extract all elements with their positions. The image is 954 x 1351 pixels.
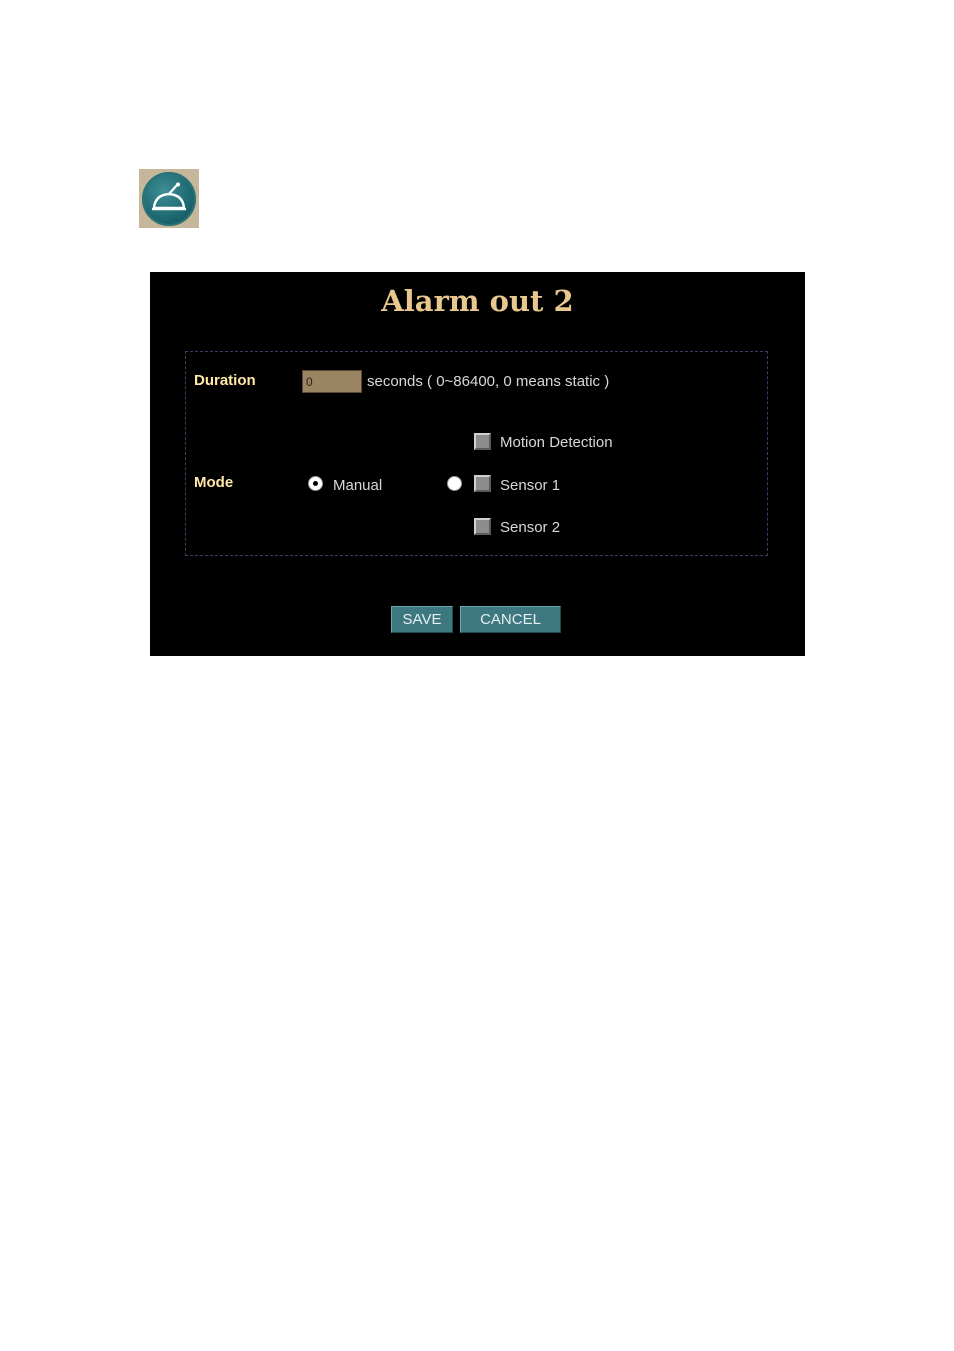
- alarm-out-panel: Alarm out 2 Duration seconds ( 0~86400, …: [150, 272, 805, 656]
- cancel-button[interactable]: CANCEL: [460, 606, 561, 633]
- event-radio[interactable]: [447, 476, 462, 491]
- motion-detection-label: Motion Detection: [500, 434, 613, 451]
- sensor-2-label: Sensor 2: [500, 519, 561, 536]
- alarm-bell-icon: [139, 169, 199, 228]
- sensor-2-checkbox[interactable]: [474, 518, 491, 535]
- sensor-1-label: Sensor 1: [500, 477, 561, 494]
- alarm-icon-disc: [142, 171, 196, 226]
- bell-glyph: [152, 182, 186, 210]
- duration-input[interactable]: [302, 370, 362, 393]
- duration-hint: seconds ( 0~86400, 0 means static ): [367, 373, 610, 390]
- sensor-1-checkbox[interactable]: [474, 475, 491, 492]
- mode-label: Mode: [194, 474, 234, 491]
- duration-label: Duration: [194, 372, 256, 389]
- save-button[interactable]: SAVE: [391, 606, 453, 633]
- manual-label: Manual: [333, 477, 383, 494]
- motion-detection-checkbox[interactable]: [474, 433, 491, 450]
- panel-title: Alarm out 2: [381, 284, 574, 318]
- manual-radio[interactable]: [308, 476, 323, 491]
